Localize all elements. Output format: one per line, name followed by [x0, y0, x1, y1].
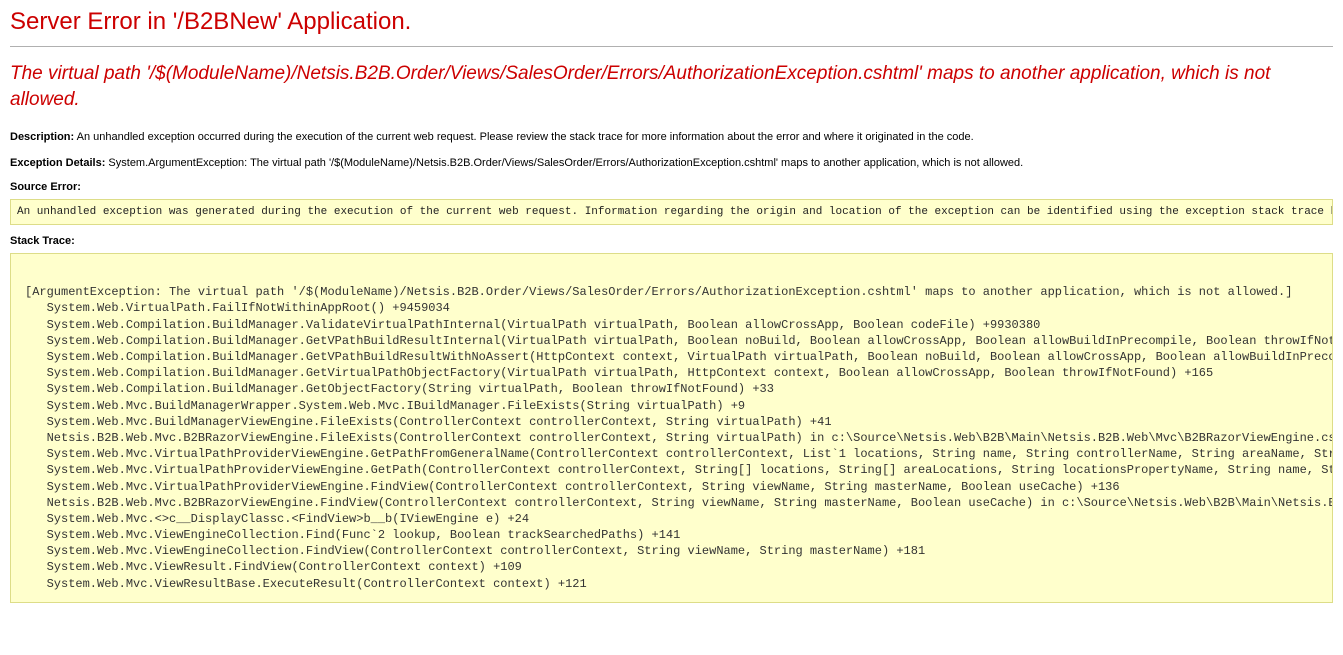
- description-line: Description: An unhandled exception occu…: [10, 130, 1333, 145]
- page-title: Server Error in '/B2BNew' Application.: [10, 8, 1333, 42]
- stack-trace-box: [ArgumentException: The virtual path '/$…: [10, 253, 1333, 603]
- exception-text: System.ArgumentException: The virtual pa…: [108, 157, 1023, 169]
- exception-label: Exception Details:: [10, 157, 105, 169]
- header-divider: [10, 46, 1333, 47]
- exception-line: Exception Details: System.ArgumentExcept…: [10, 156, 1333, 171]
- source-error-box: An unhandled exception was generated dur…: [10, 199, 1333, 225]
- source-error-label: Source Error:: [10, 181, 1333, 193]
- description-text: An unhandled exception occurred during t…: [77, 131, 974, 143]
- stack-trace-label: Stack Trace:: [10, 235, 1333, 247]
- description-label: Description:: [10, 131, 74, 143]
- error-message: The virtual path '/$(ModuleName)/Netsis.…: [10, 61, 1333, 112]
